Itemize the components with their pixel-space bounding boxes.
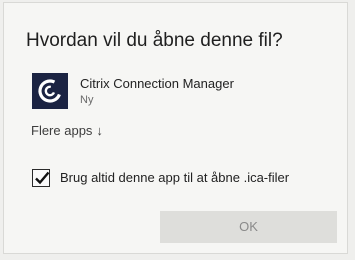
checkmark-icon [35, 171, 50, 185]
more-apps-label: Flere apps [31, 123, 93, 138]
more-apps-link[interactable]: Flere apps ↓ [31, 123, 103, 138]
always-use-checkbox[interactable] [32, 169, 50, 187]
app-subtitle: Ny [80, 94, 94, 106]
always-use-label: Brug altid denne app til at åbne .ica-fi… [60, 170, 290, 185]
ok-button[interactable]: OK [160, 211, 337, 243]
open-with-dialog: Hvordan vil du åbne denne fil? Citrix Co… [3, 2, 348, 254]
dialog-title: Hvordan vil du åbne denne fil? [26, 30, 283, 51]
arrow-down-icon: ↓ [96, 123, 103, 138]
app-name: Citrix Connection Manager [80, 76, 234, 91]
citrix-icon [32, 73, 68, 109]
app-option-citrix[interactable]: Citrix Connection Manager Ny [32, 73, 322, 113]
